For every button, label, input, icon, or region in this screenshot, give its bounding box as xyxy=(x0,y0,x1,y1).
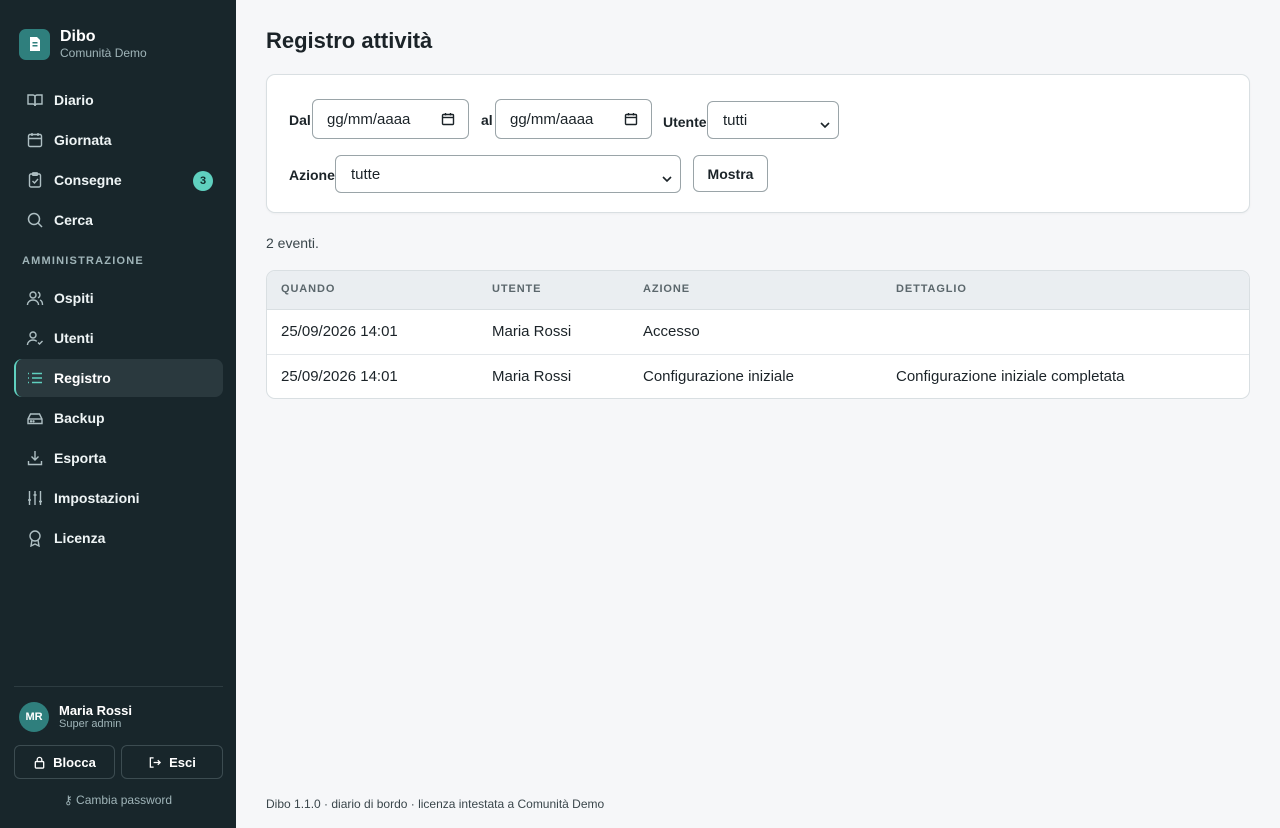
page-title: Registro attività xyxy=(266,28,433,53)
table-row: 25/09/2026 14:01 Maria Rossi Accesso xyxy=(267,310,1249,355)
cell-action: Configurazione iniziale xyxy=(643,368,794,385)
sidebar-divider xyxy=(14,686,223,687)
sidebar-item-label: Cerca xyxy=(54,212,93,228)
download-icon xyxy=(26,449,44,467)
award-icon xyxy=(26,529,44,547)
chevron-down-icon xyxy=(662,170,672,187)
logo-icon xyxy=(19,28,50,60)
user-role: Super admin xyxy=(59,718,122,730)
avatar: MR xyxy=(19,702,49,732)
sidebar-item-consegne[interactable]: Consegne 3 xyxy=(14,161,223,199)
to-date-label: al xyxy=(481,112,493,128)
sidebar: Dibo Comunità Demo Diario Giornata Conse… xyxy=(0,0,236,828)
hard-drive-icon xyxy=(26,409,44,427)
action-select-value: tutte xyxy=(351,165,381,183)
calendar-icon[interactable] xyxy=(624,112,638,130)
to-date-value: gg/mm/aaaa xyxy=(510,110,594,128)
column-header-when[interactable]: QUANDO xyxy=(281,283,335,295)
chevron-down-icon xyxy=(820,116,830,133)
logout-icon xyxy=(148,756,162,769)
sidebar-item-giornata[interactable]: Giornata xyxy=(14,121,223,159)
main-nav: Diario Giornata Consegne 3 Cerca xyxy=(14,81,223,239)
sidebar-item-label: Licenza xyxy=(54,530,106,546)
sidebar-item-utenti[interactable]: Utenti xyxy=(14,319,223,357)
sidebar-item-label: Registro xyxy=(54,370,111,386)
column-header-user[interactable]: UTENTE xyxy=(492,283,541,295)
sidebar-item-label: Giornata xyxy=(54,132,112,148)
table-row: 25/09/2026 14:01 Maria Rossi Configurazi… xyxy=(267,355,1249,398)
footer-text: Dibo 1.1.0 · diario di bordo · licenza i… xyxy=(266,797,605,811)
lock-button-label: Blocca xyxy=(53,754,96,770)
sidebar-item-backup[interactable]: Backup xyxy=(14,399,223,437)
calendar-icon xyxy=(26,131,44,149)
list-icon xyxy=(26,369,44,387)
user-filter-label: Utente xyxy=(663,114,707,130)
from-date-value: gg/mm/aaaa xyxy=(327,110,411,128)
sidebar-item-cerca[interactable]: Cerca xyxy=(14,201,223,239)
calendar-icon[interactable] xyxy=(441,112,455,130)
sidebar-item-registro[interactable]: Registro xyxy=(14,359,223,397)
sidebar-item-label: Backup xyxy=(54,410,105,426)
sidebar-item-diario[interactable]: Diario xyxy=(14,81,223,119)
filter-panel: Dal gg/mm/aaaa al gg/mm/aaaa Utente tutt… xyxy=(266,74,1250,213)
user-check-icon xyxy=(26,329,44,347)
cell-detail: Configurazione iniziale completata xyxy=(896,368,1125,385)
sliders-icon xyxy=(26,489,44,507)
events-table: QUANDO UTENTE AZIONE DETTAGLIO 25/09/202… xyxy=(266,270,1250,399)
logout-button-label: Esci xyxy=(169,754,196,770)
show-button[interactable]: Mostra xyxy=(693,155,768,192)
sidebar-item-label: Consegne xyxy=(54,172,122,188)
change-password-label: Cambia password xyxy=(76,793,173,807)
user-profile: MR Maria Rossi Super admin xyxy=(19,702,132,732)
sidebar-item-label: Diario xyxy=(54,92,94,108)
users-icon xyxy=(26,289,44,307)
column-header-detail[interactable]: DETTAGLIO xyxy=(896,283,967,295)
brand-name: Dibo xyxy=(60,28,96,45)
action-filter-label: Azione xyxy=(289,167,335,183)
sidebar-item-licenza[interactable]: Licenza xyxy=(14,519,223,557)
sidebar-item-label: Ospiti xyxy=(54,290,94,306)
section-label-admin: AMMINISTRAZIONE xyxy=(22,255,144,267)
column-header-action[interactable]: AZIONE xyxy=(643,283,690,295)
sidebar-item-label: Utenti xyxy=(54,330,94,346)
logout-button[interactable]: Esci xyxy=(121,745,223,779)
brand-subtitle: Comunità Demo xyxy=(60,46,147,60)
cell-action: Accesso xyxy=(643,323,700,340)
sidebar-item-impostazioni[interactable]: Impostazioni xyxy=(14,479,223,517)
key-icon: ⚷ xyxy=(63,793,73,807)
main-content: Registro attività Dal gg/mm/aaaa al gg/m… xyxy=(236,0,1280,828)
lock-button[interactable]: Blocca xyxy=(14,745,115,779)
cell-when: 25/09/2026 14:01 xyxy=(281,323,398,340)
from-date-label: Dal xyxy=(289,112,311,128)
clipboard-icon xyxy=(26,171,44,189)
sidebar-item-label: Impostazioni xyxy=(54,490,140,506)
lock-icon xyxy=(33,756,46,769)
from-date-input[interactable]: gg/mm/aaaa xyxy=(312,99,469,139)
notification-badge: 3 xyxy=(193,171,213,191)
action-select[interactable]: tutte xyxy=(335,155,681,193)
change-password-link[interactable]: ⚷ Cambia password xyxy=(0,793,236,807)
cell-when: 25/09/2026 14:01 xyxy=(281,368,398,385)
book-icon xyxy=(26,91,44,109)
sidebar-item-label: Esporta xyxy=(54,450,107,466)
user-name: Maria Rossi xyxy=(59,703,132,718)
admin-nav: Ospiti Utenti Registro Backup Esporta Im… xyxy=(14,279,223,557)
to-date-input[interactable]: gg/mm/aaaa xyxy=(495,99,652,139)
user-select[interactable]: tutti xyxy=(707,101,839,139)
cell-user: Maria Rossi xyxy=(492,323,572,340)
sidebar-item-esporta[interactable]: Esporta xyxy=(14,439,223,477)
user-select-value: tutti xyxy=(723,111,748,129)
event-count: 2 eventi. xyxy=(266,235,319,251)
table-header: QUANDO UTENTE AZIONE DETTAGLIO xyxy=(267,271,1249,310)
cell-user: Maria Rossi xyxy=(492,368,572,385)
brand[interactable]: Dibo Comunità Demo xyxy=(19,28,147,60)
search-icon xyxy=(26,211,44,229)
sidebar-item-ospiti[interactable]: Ospiti xyxy=(14,279,223,317)
